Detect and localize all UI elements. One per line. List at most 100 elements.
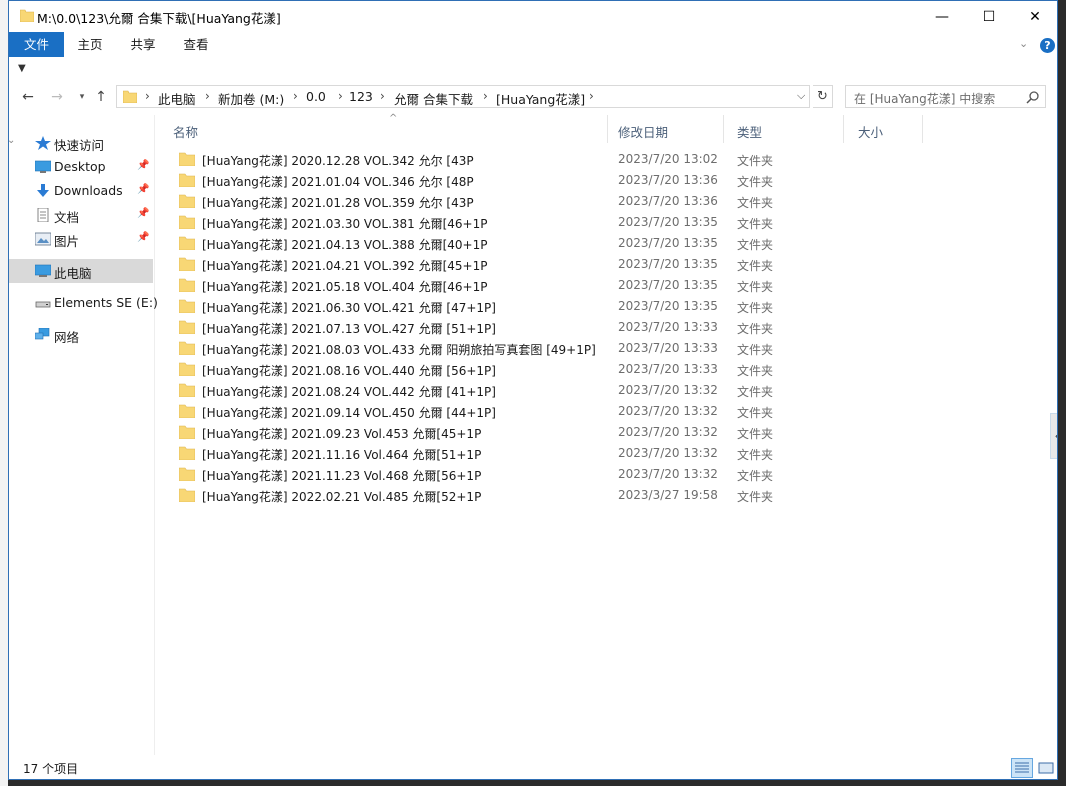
tab-view[interactable]: 查看 <box>175 32 217 57</box>
forward-arrow-icon[interactable]: → <box>48 88 66 106</box>
file-type: 文件夹 <box>737 364 774 378</box>
nav-item-this-pc[interactable]: 此电脑 <box>9 259 153 283</box>
file-type: 文件夹 <box>737 217 774 231</box>
pin-icon[interactable]: 📌 <box>137 208 149 219</box>
file-row[interactable]: [HuaYang花漾] 2020.12.28 VOL.342 允尔 [43P 20… <box>173 149 793 170</box>
minimize-button[interactable]: — <box>919 1 965 32</box>
window-title: M:\0.0\123\允爾 合集下载\[HuaYang花漾] <box>37 11 281 26</box>
file-row[interactable]: [HuaYang花漾] 2021.06.30 VOL.421 允爾 [47+1P… <box>173 296 793 317</box>
breadcrumb-folder-123[interactable]: 123 <box>349 89 373 104</box>
folder-icon <box>179 362 195 376</box>
details-view-icon <box>1015 762 1029 773</box>
folder-icon <box>179 467 195 481</box>
refresh-icon[interactable]: ↻ <box>813 85 833 108</box>
search-icon[interactable] <box>1026 90 1040 104</box>
file-row[interactable]: [HuaYang花漾] 2021.05.18 VOL.404 允爾[46+1P 2… <box>173 275 793 296</box>
nav-item-quick-access[interactable]: ⌄ 快速访问 <box>9 131 153 155</box>
tab-home[interactable]: 主页 <box>69 32 111 57</box>
quick-access-toolbar-dropdown-icon[interactable]: ▼ <box>18 63 26 74</box>
breadcrumb-separator-icon[interactable]: › <box>338 89 343 103</box>
nav-item-desktop[interactable]: Desktop 📌 <box>9 155 153 179</box>
expand-ribbon-icon[interactable]: ⌄ <box>1019 37 1028 50</box>
folder-icon <box>179 194 195 208</box>
recent-locations-chevron-icon[interactable]: ▾ <box>73 88 91 106</box>
drive-icon <box>35 301 51 308</box>
nav-item-label: 文档 <box>54 210 80 225</box>
file-row[interactable]: [HuaYang花漾] 2021.09.14 VOL.450 允爾 [44+1P… <box>173 401 793 422</box>
tab-file[interactable]: 文件 <box>9 32 64 57</box>
file-row[interactable]: [HuaYang花漾] 2021.11.23 Vol.468 允爾[56+1P 2… <box>173 464 793 485</box>
folder-icon <box>179 257 195 271</box>
nav-item-documents[interactable]: 文档 📌 <box>9 203 153 227</box>
file-row[interactable]: [HuaYang花漾] 2022.02.21 Vol.485 允爾[52+1P 2… <box>173 485 793 506</box>
column-header-type[interactable]: 类型 <box>723 115 844 143</box>
breadcrumb-folder-0-0[interactable]: 0.0 <box>306 89 326 104</box>
file-row[interactable]: [HuaYang花漾] 2021.08.03 VOL.433 允爾 阳朔旅拍写真… <box>173 338 793 359</box>
file-type: 文件夹 <box>737 175 774 189</box>
file-type: 文件夹 <box>737 490 774 504</box>
collapse-chevron-icon[interactable]: ⌄ <box>9 135 15 146</box>
nav-item-external-drive[interactable]: Elements SE (E:) <box>9 291 158 315</box>
close-button[interactable]: ✕ <box>1012 1 1057 32</box>
file-row[interactable]: [HuaYang花漾] 2021.04.13 VOL.388 允爾[40+1P 2… <box>173 233 793 254</box>
up-arrow-icon[interactable]: ↑ <box>92 88 110 106</box>
folder-icon <box>179 236 195 250</box>
folder-icon <box>179 341 195 355</box>
large-icons-view-button[interactable] <box>1035 758 1057 778</box>
breadcrumb-drive[interactable]: 新加卷 (M:) <box>218 89 284 108</box>
column-header-label: 修改日期 <box>618 125 669 140</box>
breadcrumb-separator-icon[interactable]: › <box>589 89 594 103</box>
folder-icon <box>123 90 137 103</box>
search-box[interactable]: 在 [HuaYang花漾] 中搜索 <box>845 85 1046 108</box>
file-name: [HuaYang花漾] 2021.08.16 VOL.440 允爾 [56+1P… <box>202 364 496 378</box>
tab-share[interactable]: 共享 <box>122 32 164 57</box>
file-row[interactable]: [HuaYang花漾] 2021.08.16 VOL.440 允爾 [56+1P… <box>173 359 793 380</box>
pin-icon[interactable]: 📌 <box>137 232 149 243</box>
breadcrumb-this-pc[interactable]: 此电脑 <box>158 89 196 108</box>
column-header-date[interactable]: 修改日期 <box>604 115 724 143</box>
maximize-button[interactable]: ☐ <box>966 1 1012 32</box>
file-row[interactable]: [HuaYang花漾] 2021.11.16 Vol.464 允爾[51+1P 2… <box>173 443 793 464</box>
navigation-pane: ⌄ 快速访问 Desktop 📌 Downloads 📌 <box>9 115 158 755</box>
breadcrumb-folder-collection[interactable]: 允爾 合集下载 <box>394 89 473 108</box>
file-type: 文件夹 <box>737 301 774 315</box>
column-header-size[interactable]: 大小 <box>844 115 923 143</box>
file-row[interactable]: [HuaYang花漾] 2021.09.23 Vol.453 允爾[45+1P 2… <box>173 422 793 443</box>
folder-icon <box>179 299 195 313</box>
file-row[interactable]: [HuaYang花漾] 2021.03.30 VOL.381 允爾[46+1P 2… <box>173 212 793 233</box>
file-name: [HuaYang花漾] 2021.04.21 VOL.392 允爾[45+1P <box>202 259 488 273</box>
file-modified-date: 2023/7/20 13:32 <box>618 425 718 439</box>
nav-item-network[interactable]: 网络 <box>9 323 153 347</box>
nav-item-label: 快速访问 <box>54 138 105 153</box>
pin-icon[interactable]: 📌 <box>137 160 149 171</box>
collapse-preview-pane-icon[interactable]: ‹ <box>1050 413 1057 459</box>
file-row[interactable]: [HuaYang花漾] 2021.07.13 VOL.427 允爾 [51+1P… <box>173 317 793 338</box>
address-dropdown-icon[interactable]: ⌵ <box>797 89 805 103</box>
breadcrumb-separator-icon[interactable]: › <box>205 89 210 103</box>
folder-icon <box>179 152 195 166</box>
file-modified-date: 2023/7/20 13:02 <box>618 152 718 166</box>
column-header-name[interactable]: 名称 <box>159 115 608 143</box>
file-type: 文件夹 <box>737 154 774 168</box>
help-icon[interactable]: ? <box>1040 38 1055 53</box>
breadcrumb-separator-icon[interactable]: › <box>483 89 488 103</box>
back-arrow-icon[interactable]: ← <box>19 88 37 106</box>
file-row[interactable]: [HuaYang花漾] 2021.04.21 VOL.392 允爾[45+1P 2… <box>173 254 793 275</box>
breadcrumb-separator-icon[interactable]: › <box>380 89 385 103</box>
nav-item-label: Elements SE (E:) <box>54 295 158 310</box>
breadcrumb-separator-icon[interactable]: › <box>293 89 298 103</box>
file-row[interactable]: [HuaYang花漾] 2021.01.28 VOL.359 允尔 [43P 20… <box>173 191 793 212</box>
folder-icon <box>179 215 195 229</box>
file-row[interactable]: [HuaYang花漾] 2021.08.24 VOL.442 允爾 [41+1P… <box>173 380 793 401</box>
search-input[interactable]: 在 [HuaYang花漾] 中搜索 <box>854 90 995 107</box>
nav-item-downloads[interactable]: Downloads 📌 <box>9 179 153 203</box>
breadcrumb-separator-icon[interactable]: › <box>145 89 150 103</box>
file-row[interactable]: [HuaYang花漾] 2021.01.04 VOL.346 允尔 [48P 20… <box>173 170 793 191</box>
pin-icon[interactable]: 📌 <box>137 184 149 195</box>
address-bar[interactable]: › 此电脑 › 新加卷 (M:) › 0.0 › 123 › 允爾 合集下载 ›… <box>116 85 810 108</box>
file-name: [HuaYang花漾] 2021.08.03 VOL.433 允爾 阳朔旅拍写真… <box>202 343 596 357</box>
breadcrumb-folder-current[interactable]: [HuaYang花漾] <box>496 89 585 108</box>
folder-icon <box>179 173 195 187</box>
nav-item-pictures[interactable]: 图片 📌 <box>9 227 153 251</box>
details-view-button[interactable] <box>1011 758 1033 778</box>
